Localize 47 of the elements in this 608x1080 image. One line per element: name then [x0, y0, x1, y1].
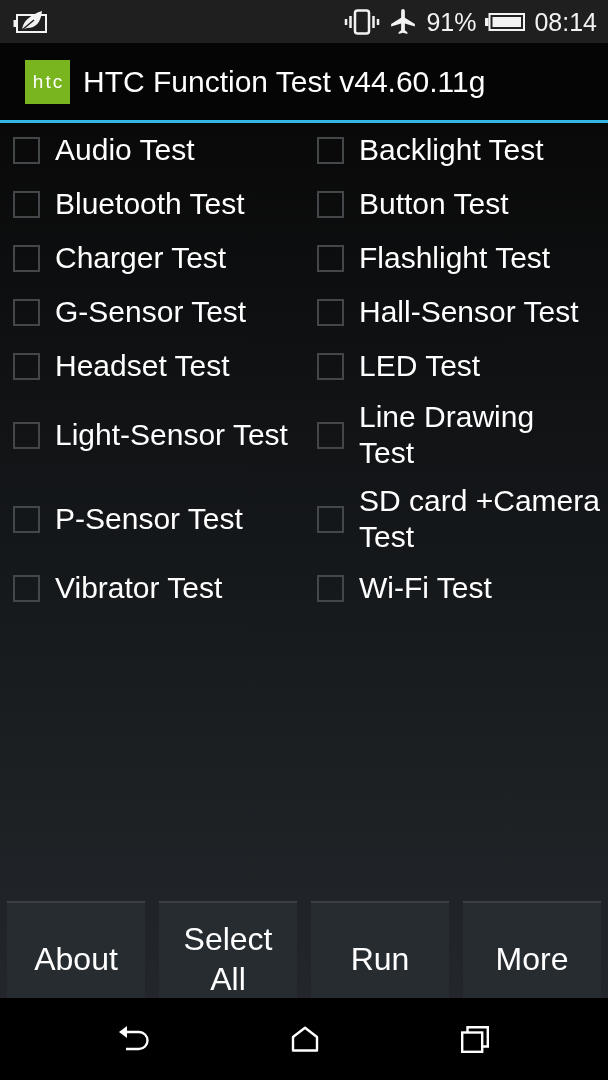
- test-label: Wi-Fi Test: [359, 570, 492, 606]
- checkbox[interactable]: [13, 574, 40, 602]
- checkbox[interactable]: [13, 136, 40, 164]
- test-label: LED Test: [359, 348, 481, 384]
- checkbox[interactable]: [317, 352, 344, 380]
- checkbox[interactable]: [317, 505, 344, 533]
- checkbox[interactable]: [317, 244, 344, 272]
- battery-percent: 91%: [426, 6, 477, 37]
- checkbox[interactable]: [13, 505, 40, 533]
- checkbox[interactable]: [317, 574, 344, 602]
- test-label: Charger Test: [55, 240, 227, 276]
- checkbox[interactable]: [13, 421, 40, 449]
- action-button[interactable]: Select All: [159, 901, 297, 998]
- checkbox[interactable]: [317, 190, 344, 218]
- test-label: Bluetooth Test: [55, 186, 245, 222]
- test-label: P-Sensor Test: [55, 501, 243, 537]
- leaf-battery-icon: [13, 9, 49, 34]
- test-label: Light-Sensor Test: [55, 417, 288, 453]
- test-label: Line Drawing Test: [359, 399, 535, 471]
- test-label: Backlight Test: [359, 132, 544, 168]
- battery-icon: [485, 12, 526, 31]
- app-logo: htc: [25, 59, 70, 104]
- test-label: Flashlight Test: [359, 240, 551, 276]
- airplane-icon: [389, 9, 418, 34]
- checkbox[interactable]: [13, 244, 40, 272]
- vibrate-icon: [344, 8, 381, 35]
- action-button[interactable]: More: [463, 901, 601, 998]
- clock: 08:14: [534, 6, 597, 37]
- action-button[interactable]: About: [7, 901, 145, 998]
- home-icon[interactable]: [291, 1026, 319, 1052]
- test-label: Audio Test: [55, 132, 195, 168]
- checkbox[interactable]: [13, 352, 40, 380]
- app-title: HTC Function Test v44.60.11g: [83, 63, 486, 100]
- back-icon[interactable]: [119, 1026, 149, 1052]
- checkbox[interactable]: [317, 421, 344, 449]
- test-label: Hall-Sensor Test: [359, 294, 579, 330]
- checkbox[interactable]: [317, 298, 344, 326]
- checkbox[interactable]: [13, 190, 40, 218]
- checkbox[interactable]: [13, 298, 40, 326]
- test-label: Button Test: [359, 186, 509, 222]
- recent-apps-icon[interactable]: [461, 1025, 489, 1053]
- test-label: Vibrator Test: [55, 570, 223, 606]
- action-button[interactable]: Run: [311, 901, 449, 998]
- test-label: G-Sensor Test: [55, 294, 247, 330]
- test-label: Headset Test: [55, 348, 230, 384]
- checkbox[interactable]: [317, 136, 344, 164]
- test-label: SD card +Camera Test: [359, 483, 600, 555]
